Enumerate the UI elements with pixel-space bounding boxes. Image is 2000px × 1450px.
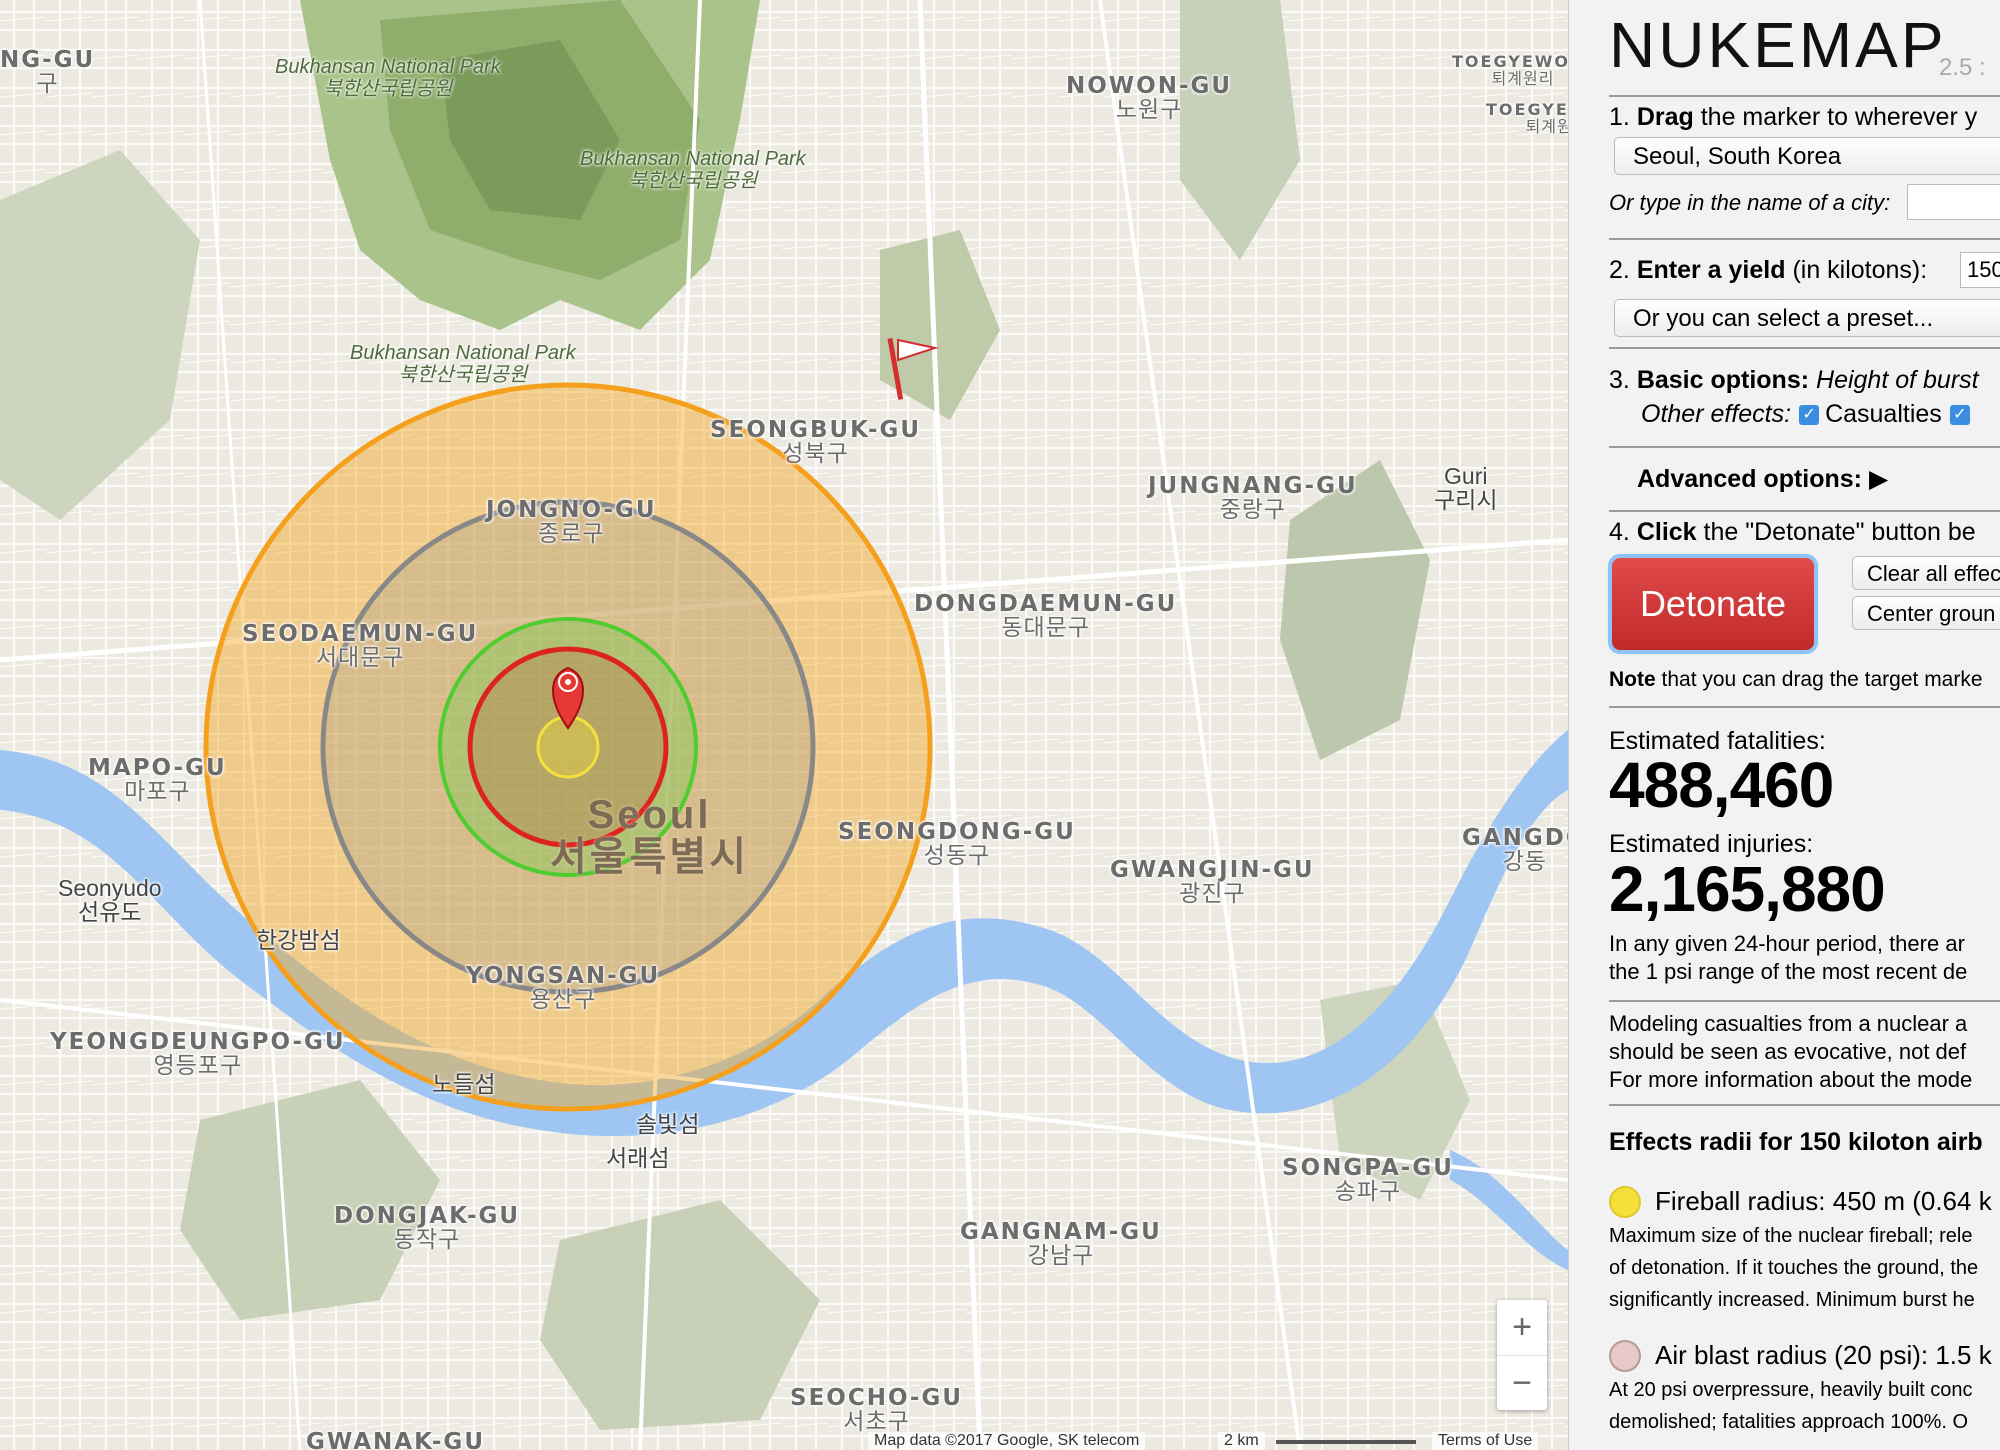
map-view[interactable]: Bukhansan National Park 북한산국립공원 Bukhansan… (0, 0, 1568, 1450)
drag-note: Note that you can drag the target marke (1609, 668, 1983, 691)
air-blast-description: At 20 psi overpressure, heavily built co… (1609, 1379, 1973, 1433)
air-blast-swatch (1609, 1340, 1641, 1372)
map-zoom-control: + − (1497, 1300, 1547, 1410)
location-select[interactable]: Seoul, South Korea (1614, 137, 2000, 175)
city-prompt: Or type in the name of a city: (1609, 190, 1891, 215)
divider (1609, 1104, 2000, 1106)
step2-instruction: 2. Enter a yield (in kilotons): (1609, 256, 1928, 284)
expand-arrow-icon: ▶ (1868, 465, 1889, 493)
yield-input[interactable]: 150 (1960, 252, 2000, 288)
clear-all-effects-button[interactable]: Clear all effec (1852, 556, 2000, 590)
injuries-value: 2,165,880 (1609, 853, 1886, 925)
casualties-label: Casualties (1825, 400, 1942, 428)
effect-checkbox[interactable]: ✓ (1949, 405, 1970, 426)
step1-instruction: 1. Drag the marker to wherever y (1609, 103, 1978, 131)
divider (1609, 347, 2000, 349)
app-title: NUKEMAP (1609, 9, 1947, 81)
detonate-button[interactable]: Detonate (1612, 558, 1814, 650)
park-label: Bukhansan National Park 북한산국립공원 (350, 342, 576, 386)
fireball-description: Maximum size of the nuclear fireball; re… (1609, 1225, 1979, 1311)
city-input[interactable] (1907, 184, 2000, 220)
map-tiles (0, 0, 1568, 1450)
other-effects-row: Other effects: ✓ Casualties ✓ (1641, 400, 1976, 429)
divider (1609, 446, 2000, 448)
step4-instruction: 4. Click the "Detonate" button be (1609, 518, 1976, 546)
place-label: Seonyudo 선유도 (58, 875, 162, 926)
place-label: Guri 구리시 (1434, 463, 1498, 514)
terms-of-use-link[interactable]: Terms of Use (1432, 1432, 1539, 1450)
place-label: 솔빛섬 (636, 1111, 700, 1137)
app-version: 2.5 : (1939, 54, 1986, 81)
place-label: 한강밤섬 (256, 927, 341, 953)
park-label: Bukhansan National Park 북한산국립공원 (275, 56, 501, 100)
map-scale-label: 2 km (1218, 1432, 1265, 1450)
step3-instruction: 3. Basic options: Height of burst (1609, 366, 1979, 394)
place-label: 노들섬 (432, 1071, 496, 1097)
zoom-out-button[interactable]: − (1497, 1356, 1547, 1411)
fireball-radius-label: Fireball radius: 450 m (0.64 k (1655, 1186, 1992, 1216)
map-attribution: Map data ©2017 Google, SK telecom (868, 1432, 1146, 1450)
modeling-note: Modeling casualties from a nuclear a shou… (1609, 1011, 1973, 1092)
park-label: Bukhansan National Park 북한산국립공원 (580, 148, 806, 192)
advanced-options-toggle[interactable]: Advanced options: ▶ (1637, 464, 1888, 494)
fireball-swatch (1609, 1186, 1641, 1218)
preset-select[interactable]: Or you can select a preset... (1614, 299, 2000, 337)
effects-heading: Effects radii for 150 kiloton airb (1609, 1128, 1983, 1156)
casualties-checkbox[interactable]: ✓ (1799, 405, 1820, 426)
air-blast-radius-label: Air blast radius (20 psi): 1.5 k (1655, 1340, 1992, 1370)
zoom-in-button[interactable]: + (1497, 1300, 1547, 1356)
place-label: 서래섬 (606, 1145, 670, 1171)
period-note: In any given 24-hour period, there ar the… (1609, 931, 1968, 984)
divider (1609, 95, 2000, 97)
divider (1609, 238, 2000, 240)
divider (1609, 510, 2000, 512)
city-label-seoul: Seoul 서울특별시 (550, 793, 749, 879)
divider (1609, 706, 2000, 708)
control-panel: NUKEMAP 2.5 : 1. Drag the marker to wher… (1568, 0, 2000, 1450)
fatalities-value: 488,460 (1609, 749, 1834, 821)
center-ground-zero-button[interactable]: Center groun (1852, 596, 2000, 630)
divider (1609, 1000, 2000, 1002)
